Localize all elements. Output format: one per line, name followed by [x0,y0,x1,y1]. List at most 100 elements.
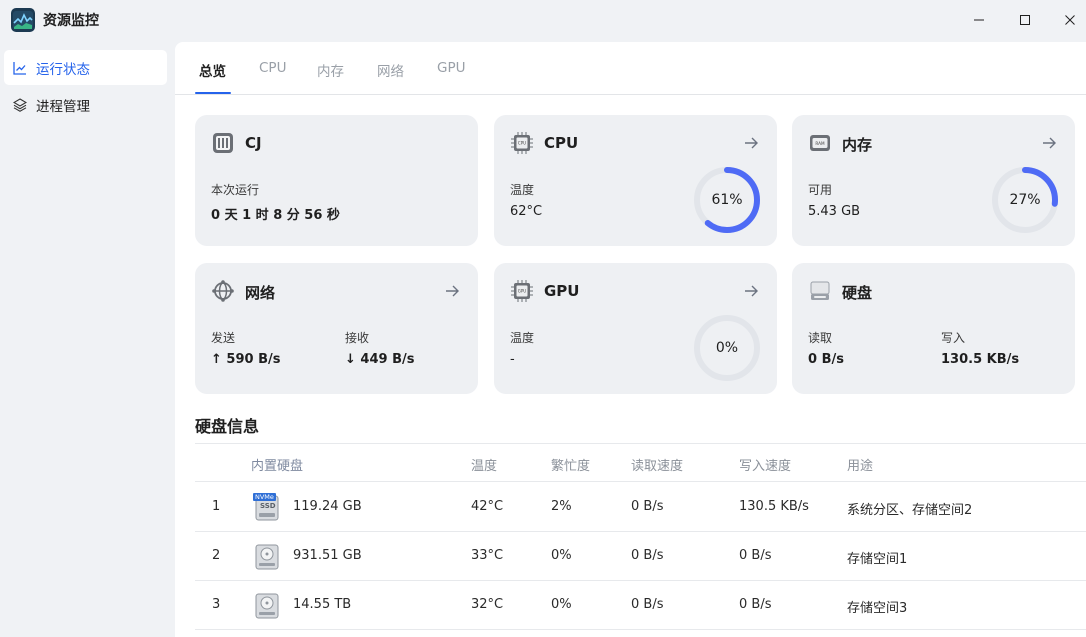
row-index: 1 [212,499,221,514]
disk-size: 119.24 GB [293,499,362,514]
memory-available-label: 可用 [808,183,833,197]
disk-read-label: 读取 [808,331,833,345]
nvme-badge: NVMe [253,493,276,501]
gpu-usage-text: 0% [715,340,739,356]
app-title: 资源监控 [43,13,99,29]
minimize-button[interactable] [956,0,1002,40]
chart-line-icon [13,61,27,75]
maximize-button[interactable] [1002,0,1048,40]
tab-memory[interactable]: 内存 [317,60,344,80]
disk-usage: 系统分区、存储空间2 [847,503,973,518]
ssd-drive-icon: NVMe SSD [253,493,279,521]
table-row[interactable]: 3 14.55 TB 32°C 0% 0 B/s 0 B/s 存储空间3 [195,581,1086,630]
uptime-label: 本次运行 [211,183,260,197]
disk-read-speed: 0 B/s [631,499,664,514]
cpu-temp-value: 62°C [510,204,543,219]
disk-usage: 存储空间3 [847,601,908,616]
title-bar: 资源监控 [0,0,1086,40]
row-index: 3 [212,597,221,612]
gpu-temp-value: - [510,352,515,367]
sidebar-item-running-status[interactable]: 运行状态 [4,50,167,85]
app-logo-icon [11,8,35,32]
disk-info-title: 硬盘信息 [195,417,260,436]
tab-network[interactable]: 网络 [377,60,404,80]
memory-available-value: 5.43 GB [808,204,861,219]
disk-temp: 33°C [471,548,504,563]
disk-write-label: 写入 [941,331,966,345]
gpu-card[interactable]: GPU GPU 温度 - 0% [494,263,777,394]
memory-card[interactable]: RAM 内存 可用 5.43 GB 27% [792,115,1075,246]
gpu-temp-label: 温度 [510,331,535,345]
arrow-right-icon[interactable] [444,283,460,299]
gpu-card-title: GPU [544,282,580,300]
tab-cpu[interactable]: CPU [259,60,286,76]
sidebar: 运行状态 进程管理 [0,40,175,637]
disk-busy: 0% [551,597,572,612]
tab-gpu[interactable]: GPU [437,60,465,76]
arrow-right-icon[interactable] [743,135,759,151]
network-send-value: ↑ 590 B/s [211,352,281,367]
disk-size: 14.55 TB [293,597,352,612]
table-header: 内置硬盘 温度 繁忙度 读取速度 写入速度 用途 [195,443,1086,482]
close-button[interactable] [1047,0,1086,40]
maximize-icon [1020,15,1030,25]
disk-size: 931.51 GB [293,548,362,563]
column-header[interactable]: 用途 [847,455,873,474]
disk-write-speed: 130.5 KB/s [739,499,809,514]
sidebar-item-process-management[interactable]: 进程管理 [4,87,167,122]
column-header[interactable]: 读取速度 [631,455,683,474]
disk-temp: 42°C [471,499,504,514]
disk-usage: 存储空间1 [847,552,908,567]
layers-icon [13,97,27,112]
cpu-usage-text: 61% [711,192,743,208]
disk-busy: 0% [551,548,572,563]
disk-card: 硬盘 读取 0 B/s 写入 130.5 KB/s [792,263,1075,394]
disk-write-speed: 0 B/s [739,597,772,612]
system-card-title: CJ [245,134,262,152]
table-row[interactable]: 1 NVMe SSD 119.24 GB 42°C 2% 0 B/s 130.5… [195,483,1086,532]
minimize-icon [974,19,984,21]
column-header[interactable]: 写入速度 [739,455,791,474]
svg-text:RAM: RAM [815,141,825,146]
gpu-chip-icon: GPU [511,280,533,302]
memory-usage-text: 27% [1009,192,1041,208]
cpu-card[interactable]: CPU CPU 温度 62°C 61% [494,115,777,246]
disk-read-speed: 0 B/s [631,548,664,563]
column-header[interactable]: 内置硬盘 [251,455,303,474]
cpu-temp-label: 温度 [510,183,535,197]
disk-temp: 32°C [471,597,504,612]
disk-read-value: 0 B/s [808,352,844,367]
column-header[interactable]: 温度 [471,455,497,474]
svg-text:GPU: GPU [518,289,527,294]
disk-read-speed: 0 B/s [631,597,664,612]
globe-icon [212,280,234,302]
network-send-label: 发送 [211,331,236,345]
row-index: 2 [212,548,221,563]
svg-text:CPU: CPU [518,141,526,146]
network-card[interactable]: 网络 发送 ↑ 590 B/s 接收 ↓ 449 B/s [195,263,478,394]
disk-busy: 2% [551,499,572,514]
column-header[interactable]: 繁忙度 [551,455,590,474]
sidebar-item-label: 运行状态 [36,61,90,78]
hdd-drive-icon [255,542,279,570]
cpu-card-title: CPU [544,134,579,152]
active-tab-indicator [195,92,231,94]
cpu-chip-icon: CPU [511,132,533,154]
disk-card-title: 硬盘 [842,284,873,302]
ram-icon: RAM [809,132,831,154]
network-recv-label: 接收 [345,331,370,345]
arrow-right-icon[interactable] [743,283,759,299]
memory-card-title: 内存 [842,136,873,154]
close-icon [1065,15,1075,25]
arrow-right-icon[interactable] [1041,135,1057,151]
main-panel: 总览 CPU 内存 网络 GPU CJ 本次运行 0 天 1 时 8 分 56 … [175,42,1086,637]
computer-icon [212,132,234,154]
hdd-drive-icon [255,591,279,619]
disk-write-speed: 0 B/s [739,548,772,563]
network-recv-value: ↓ 449 B/s [345,352,415,367]
network-card-title: 网络 [245,284,276,302]
tab-overview[interactable]: 总览 [199,60,226,80]
tab-bar: 总览 CPU 内存 网络 GPU [175,42,1086,95]
sidebar-item-label: 进程管理 [36,98,90,115]
table-row[interactable]: 2 931.51 GB 33°C 0% 0 B/s 0 B/s 存储空间1 [195,532,1086,581]
